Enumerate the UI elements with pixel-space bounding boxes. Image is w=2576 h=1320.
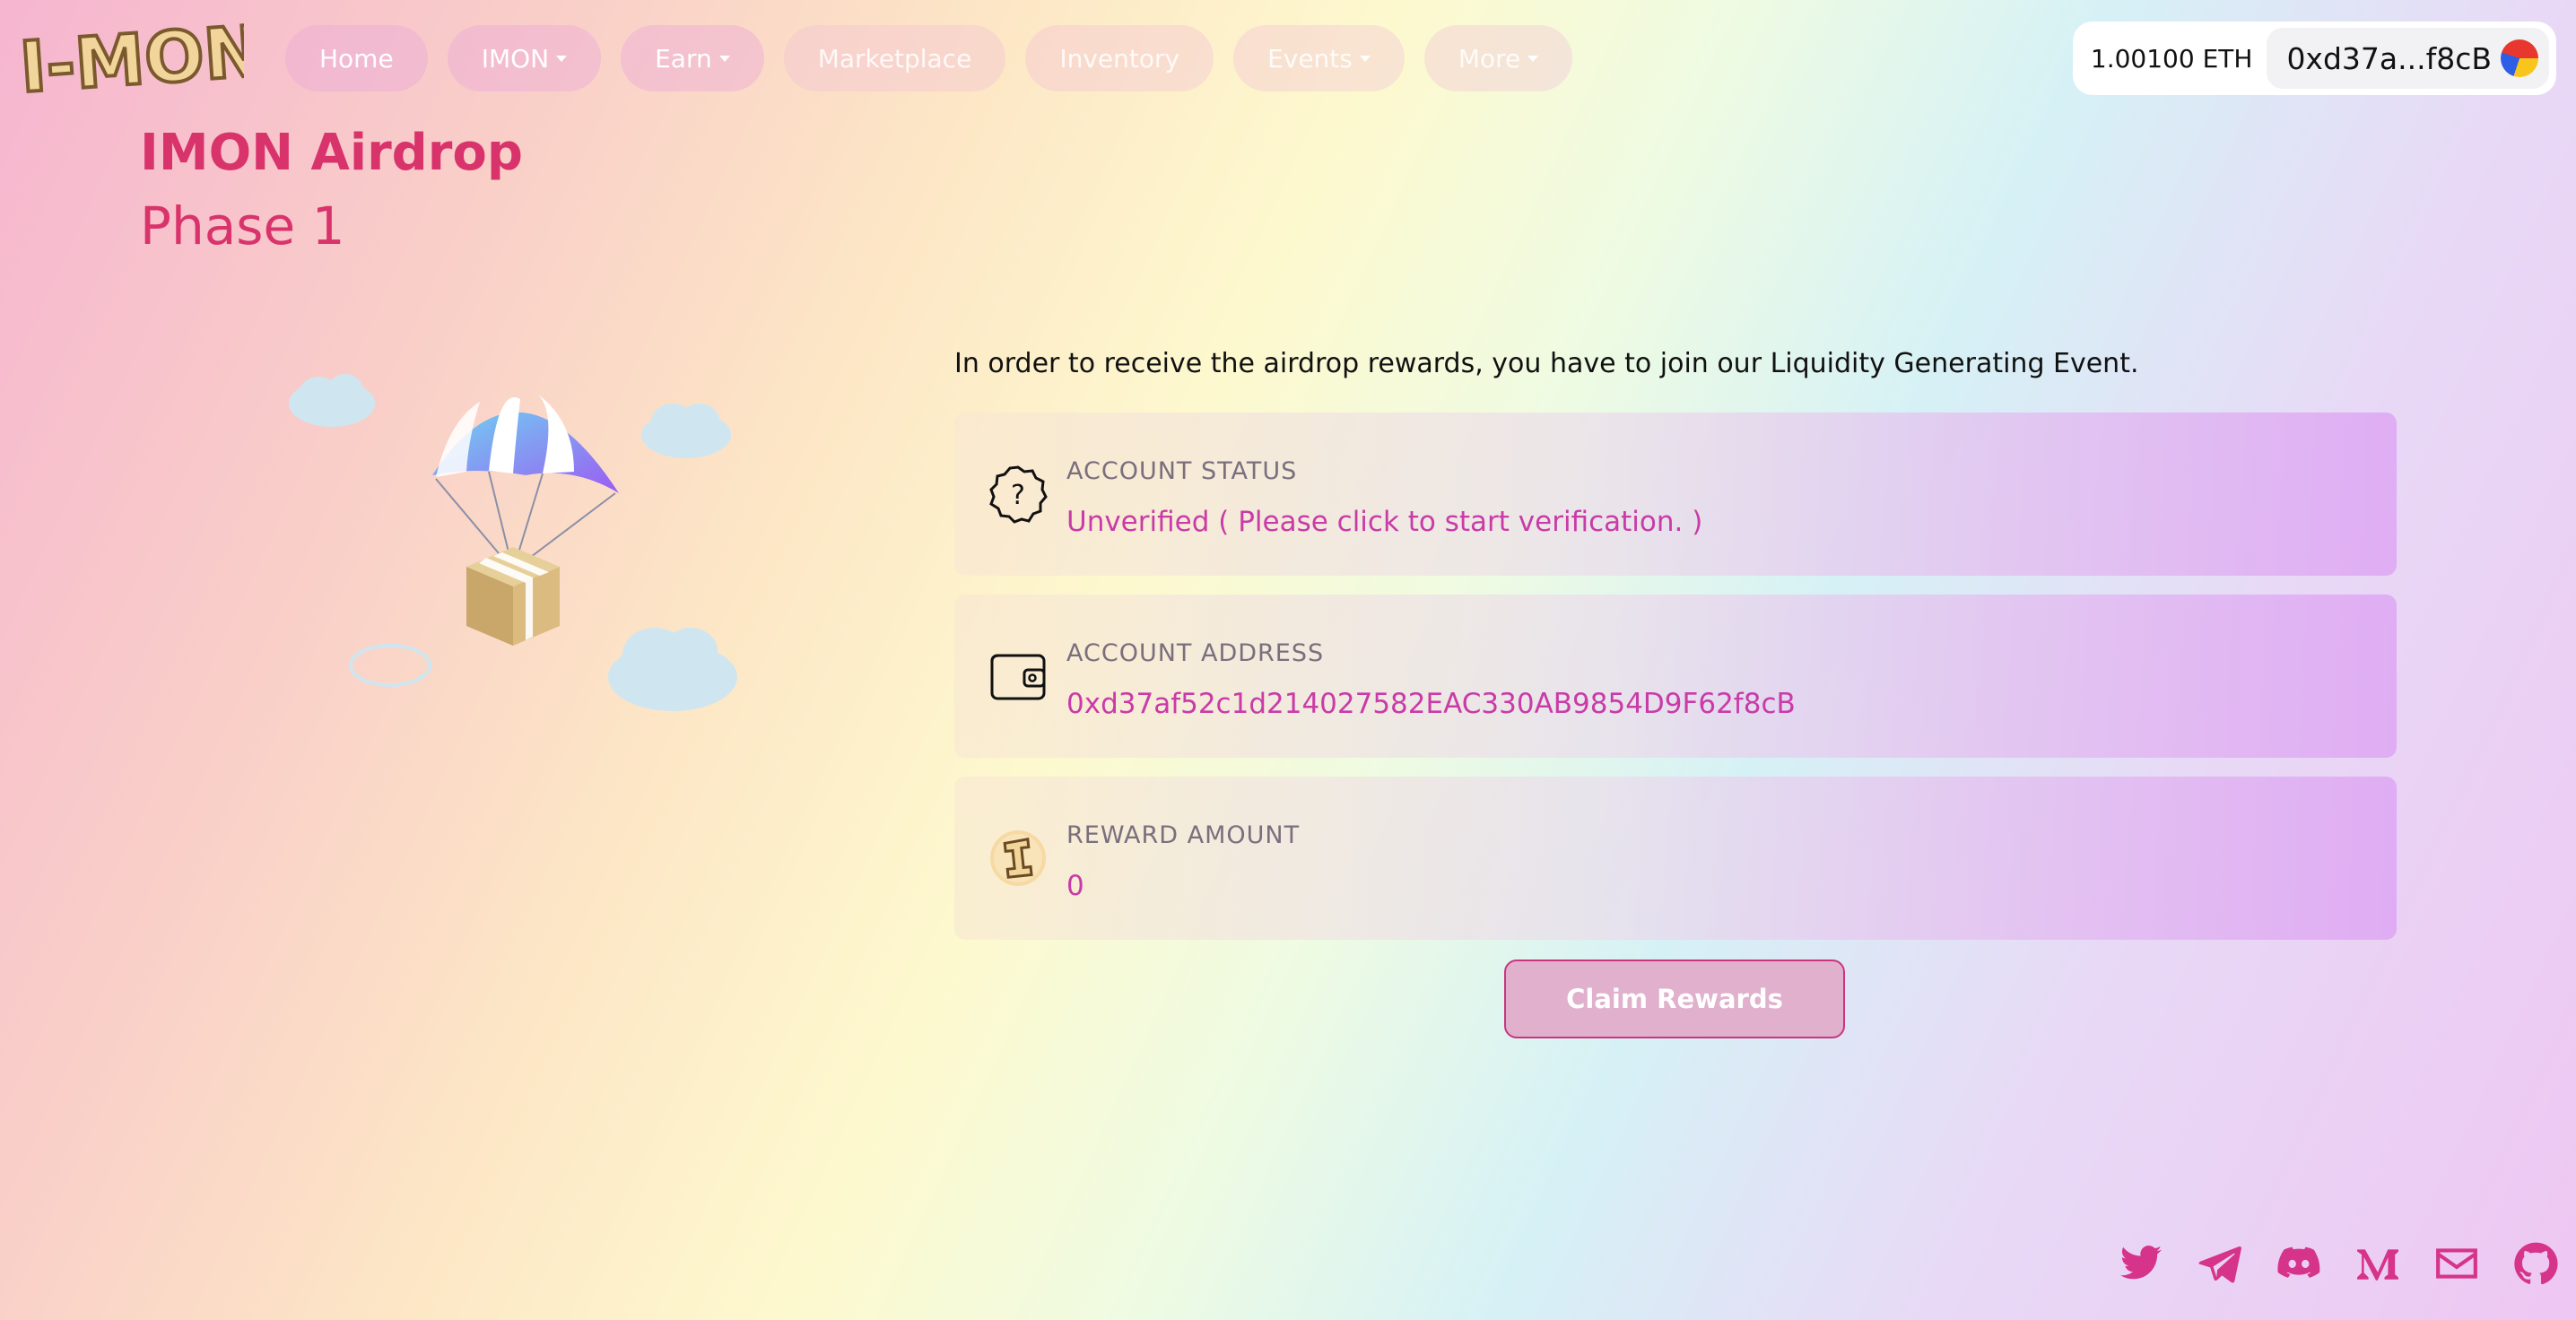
svg-text:I-MON: I-MON [17,13,244,102]
account-status-label: ACCOUNT STATUS [1066,457,1298,485]
nav-home[interactable]: Home [285,25,428,91]
wallet-address-button[interactable]: 0xd37a...f8cB [2267,28,2549,89]
account-address-value: 0xd37af52c1d214027582EAC330AB9854D9F62f8… [1066,688,1796,720]
wallet-address: 0xd37a...f8cB [2286,40,2492,76]
chevron-down-icon [1359,55,1371,62]
question-badge-icon: ? [989,465,1048,524]
wallet-widget[interactable]: 1.00100 ETH 0xd37a...f8cB [2072,22,2556,95]
social-links [2119,1241,2558,1286]
telegram-icon[interactable] [2197,1241,2242,1286]
nav-inventory[interactable]: Inventory [1025,25,1214,91]
svg-text:?: ? [1011,480,1025,511]
discord-icon[interactable] [2276,1241,2321,1286]
imon-logo[interactable]: I-MON [14,13,244,102]
nav-home-label: Home [319,43,394,74]
imon-coin-icon [990,830,1046,886]
nav-earn[interactable]: Earn [621,25,764,91]
account-status-value[interactable]: Unverified ( Please click to start verif… [1066,506,1702,538]
nav-events[interactable]: Events [1233,25,1405,91]
nav-marketplace-label: Marketplace [817,43,972,74]
reward-amount-value: 0 [1066,870,1084,902]
airdrop-intro-text: In order to receive the airdrop rewards,… [954,348,2139,379]
twitter-icon[interactable] [2119,1241,2163,1286]
reward-amount-card: REWARD AMOUNT 0 [954,777,2397,940]
page-subtitle: Phase 1 [140,195,345,256]
claim-rewards-button[interactable]: Claim Rewards [1504,960,1845,1038]
account-address-card: ACCOUNT ADDRESS 0xd37af52c1d214027582EAC… [954,595,2397,758]
page-title: IMON Airdrop [140,124,523,182]
chevron-down-icon [718,55,730,62]
wallet-icon [990,654,1046,700]
nav-more[interactable]: More [1423,25,1573,91]
account-address-label: ACCOUNT ADDRESS [1066,639,1325,667]
account-status-card[interactable]: ? ACCOUNT STATUS Unverified ( Please cli… [954,412,2397,576]
nav-imon-label: IMON [481,43,550,74]
main-nav: Home IMON Earn Marketplace Inventory Eve… [285,25,1573,91]
nav-imon[interactable]: IMON [447,25,602,91]
reward-amount-label: REWARD AMOUNT [1066,821,1301,849]
wallet-balance: 1.00100 ETH [2090,43,2253,74]
nav-earn-label: Earn [655,43,712,74]
nav-events-label: Events [1267,43,1353,74]
chevron-down-icon [556,55,568,62]
airdrop-parachute-illustration [289,374,737,711]
github-icon[interactable] [2513,1241,2558,1286]
nav-inventory-label: Inventory [1059,43,1180,74]
nav-more-label: More [1458,43,1521,74]
email-icon[interactable] [2434,1241,2479,1286]
nav-marketplace[interactable]: Marketplace [783,25,1006,91]
account-avatar [2501,39,2538,77]
medium-icon[interactable] [2355,1241,2400,1286]
chevron-down-icon [1527,55,1539,62]
